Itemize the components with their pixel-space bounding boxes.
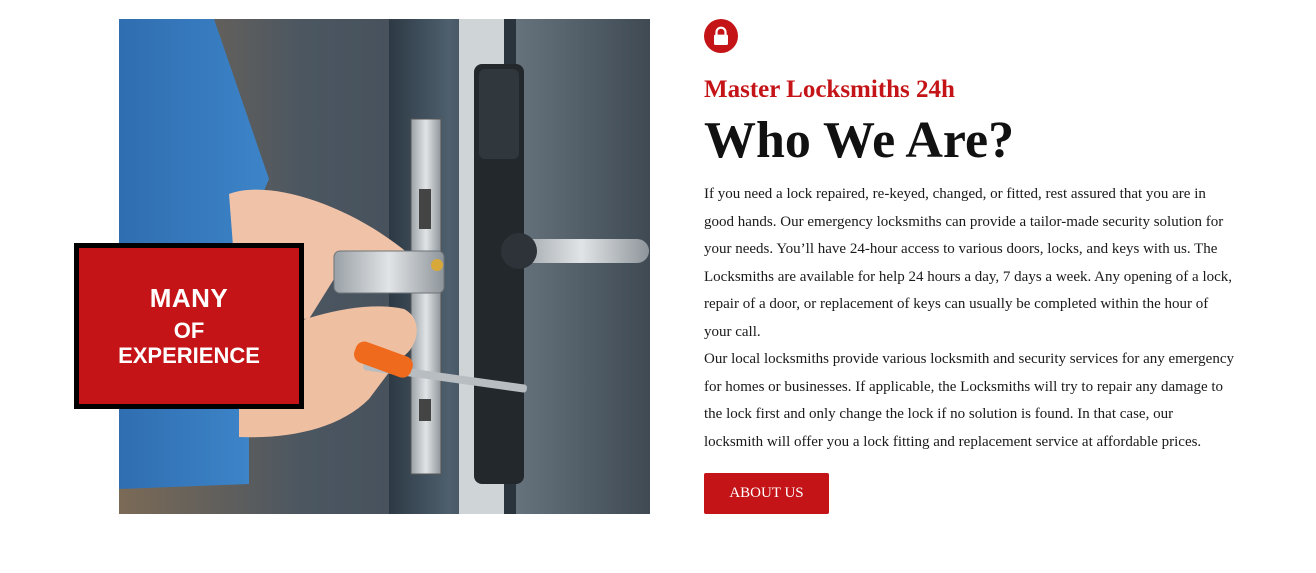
badge-line-of: OF	[173, 317, 205, 343]
lock-icon-badge	[704, 19, 738, 53]
experience-badge: MANY OF EXPERIENCE	[74, 243, 304, 409]
about-body: If you need a lock repaired, re-keyed, c…	[704, 181, 1234, 456]
about-paragraph-1: If you need a lock repaired, re-keyed, c…	[704, 186, 1233, 340]
experience-badge-panel: MANY OF EXPERIENCE	[79, 248, 299, 404]
badge-line-experience: EXPERIENCE	[118, 342, 260, 368]
section-subtitle: Master Locksmiths 24h	[704, 76, 955, 103]
lock-icon	[714, 26, 728, 45]
about-paragraph-2: Our local locksmiths provide various loc…	[704, 351, 1234, 450]
badge-line-many: MANY	[149, 283, 229, 314]
page-title: Who We Are?	[704, 112, 1015, 169]
about-section: Master Locksmiths 24h Who We Are? If you…	[704, 19, 1244, 514]
about-us-button[interactable]: ABOUT US	[704, 473, 829, 514]
